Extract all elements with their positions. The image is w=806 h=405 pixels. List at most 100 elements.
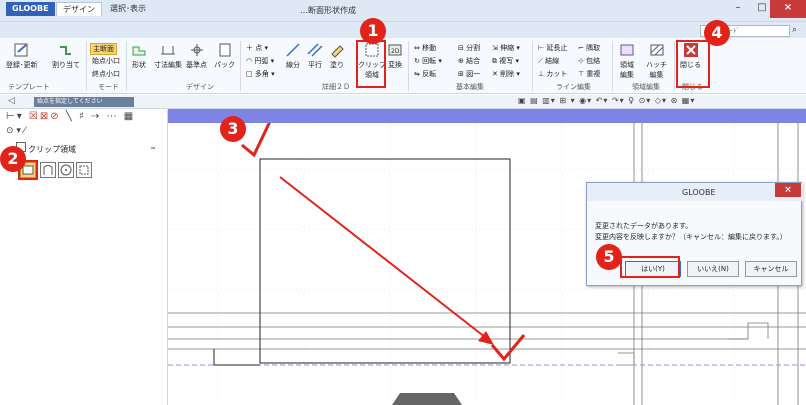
snap-tools[interactable]: ⊢▾ ☒⊠⊘ ╲ ♯ ⇢ ⋯ ▦ bbox=[6, 111, 135, 122]
join-label: 結合 bbox=[466, 57, 481, 65]
stretch-command[interactable]: ⇲ 伸縮 ▾ bbox=[492, 43, 520, 53]
pack-display-button[interactable]: パック bbox=[214, 42, 235, 70]
line-label: 線分 bbox=[286, 61, 300, 69]
base-point-label: 基準点 bbox=[186, 61, 207, 69]
overlap-label: 重複 bbox=[586, 70, 601, 78]
callout-2: 2 bbox=[0, 146, 26, 172]
minimize-button[interactable]: – bbox=[726, 0, 750, 18]
assign-button[interactable]: 割り当て bbox=[52, 42, 80, 70]
shape-button[interactable]: 形状 bbox=[130, 42, 148, 70]
line-icon bbox=[286, 43, 300, 57]
move-label: 移動 bbox=[422, 44, 437, 52]
convert-button[interactable]: 2D 変換 bbox=[386, 42, 404, 70]
bulk-label: 図一 bbox=[466, 70, 481, 78]
overlap-command[interactable]: ⊤ 重複 bbox=[578, 69, 600, 79]
dialog-title: GLOOBE bbox=[682, 188, 716, 197]
dimension-label: 寸法編集 bbox=[154, 61, 182, 69]
rotate-command[interactable]: ↻ 回転 ▾ bbox=[414, 56, 442, 66]
cut-label: カット bbox=[546, 70, 568, 78]
confirm-dialog: GLOOBE × 変更されたデータがあります。 変更内容を反映しますか？（キャン… bbox=[586, 182, 803, 286]
area-edit-button[interactable]: 領域 編集 bbox=[618, 42, 636, 80]
fill-button[interactable]: 塗り bbox=[328, 42, 346, 70]
fill-label: 塗り bbox=[330, 61, 344, 69]
polygon-icon bbox=[79, 165, 89, 175]
canvas-header-bar bbox=[168, 109, 806, 123]
panel-collapse-icon[interactable]: ≈ bbox=[150, 144, 156, 152]
dialog-message-2: 変更内容を反映しますか？（キャンセル：編集に戻ります。） bbox=[595, 233, 787, 241]
extend-label: 延長止 bbox=[546, 44, 568, 52]
line-button[interactable]: 線分 bbox=[284, 42, 302, 70]
bulk-command[interactable]: ⊞ 図一 bbox=[458, 69, 480, 79]
parallel-button[interactable]: 平行 bbox=[306, 42, 324, 70]
ribbon-tabs bbox=[0, 22, 806, 38]
cancel-button[interactable]: キャンセル bbox=[745, 261, 797, 277]
point-command[interactable]: ＋ 点 ▾ bbox=[246, 43, 268, 53]
join-command[interactable]: ⊕ 結合 bbox=[458, 56, 480, 66]
arc-command[interactable]: ◠ 円弧 ▾ bbox=[246, 56, 274, 66]
dialog-message-1: 変更されたデータがあります。 bbox=[595, 222, 693, 230]
copy-command[interactable]: ⧉ 複写 ▾ bbox=[492, 56, 519, 66]
area-icon bbox=[620, 44, 634, 56]
assign-icon bbox=[60, 46, 71, 55]
polygon-label: 多角 bbox=[254, 70, 269, 78]
close-window-button[interactable]: × bbox=[770, 0, 806, 18]
wrap-label: 包絡 bbox=[586, 57, 601, 65]
no-button[interactable]: いいえ(N) bbox=[687, 261, 739, 277]
convert-icon: 2D bbox=[388, 44, 402, 56]
polygon-clip-button[interactable] bbox=[76, 162, 92, 178]
mode-end-end[interactable]: 終点小口 bbox=[92, 69, 120, 79]
tab-view[interactable]: 選択･表示 bbox=[104, 2, 152, 16]
circle-clip-button[interactable] bbox=[58, 162, 74, 178]
move-command[interactable]: ⇔ 移動 bbox=[414, 43, 436, 53]
delete-command[interactable]: ✕ 削除 ▾ bbox=[492, 69, 520, 79]
rotate-label: 回転 bbox=[422, 57, 437, 65]
dimension-icon bbox=[161, 46, 175, 55]
copy-label: 複写 bbox=[499, 57, 514, 65]
snap-tools-2[interactable]: ⊙ ▾ ⁄ bbox=[6, 126, 25, 136]
connect-label: 結線 bbox=[545, 57, 560, 65]
tab-design[interactable]: デザイン bbox=[56, 2, 102, 16]
register-update-button[interactable]: 登録･更新 bbox=[6, 42, 38, 70]
hatch-edit-button[interactable]: ハッチ 編集 bbox=[646, 42, 667, 80]
dimension-edit-button[interactable]: 寸法編集 bbox=[154, 42, 182, 70]
svg-text:2D: 2D bbox=[391, 48, 400, 55]
group-line-edit: ライン編集 bbox=[556, 83, 591, 91]
split-command[interactable]: ⊟ 分割 bbox=[458, 43, 480, 53]
mode-main-section[interactable]: 主断面 bbox=[90, 43, 117, 55]
mirror-command[interactable]: ⇋ 反転 bbox=[414, 69, 436, 79]
highlight-yes-button bbox=[620, 256, 680, 278]
panel-pin-icon[interactable]: ◁ bbox=[8, 96, 15, 106]
register-label: 登録･更新 bbox=[6, 61, 38, 69]
circle-icon bbox=[60, 164, 72, 176]
base-point-icon bbox=[190, 44, 203, 56]
freeform-clip-button[interactable] bbox=[40, 162, 56, 178]
tab-gloobe[interactable]: GLOOBE bbox=[6, 2, 55, 16]
cut-command[interactable]: ⊥ カット bbox=[538, 69, 567, 79]
corner-label: 隅取 bbox=[586, 44, 601, 52]
fill-icon bbox=[331, 45, 344, 58]
panel-title: クリップ領域 bbox=[28, 145, 76, 154]
search-icon[interactable]: ⌕ bbox=[792, 25, 797, 35]
view-tools[interactable]: ▣ ▤ ▥▾ ⊞ ▾ ◉▾ ↶▾ ↷▾ ♀ ⊙▾ ◇▾ ⊛ ▦▾ bbox=[518, 96, 695, 105]
polygon-command[interactable]: □ 多角 ▾ bbox=[246, 69, 275, 79]
highlight-close-button bbox=[676, 40, 710, 88]
callout-5: 5 bbox=[596, 244, 622, 270]
highlight-clip-button bbox=[356, 40, 386, 88]
split-label: 分割 bbox=[466, 44, 481, 52]
mode-start-end[interactable]: 始点小口 bbox=[92, 56, 120, 66]
connect-command[interactable]: ⟋ 結線 bbox=[538, 56, 559, 66]
property-panel bbox=[0, 109, 168, 405]
callout-3: 3 bbox=[220, 116, 246, 142]
base-point-button[interactable]: 基準点 bbox=[186, 42, 207, 70]
wrap-command[interactable]: ⊹ 包絡 bbox=[578, 56, 600, 66]
group-mode: モード bbox=[98, 83, 119, 91]
dialog-close-button[interactable]: × bbox=[775, 183, 801, 197]
register-icon bbox=[14, 43, 28, 57]
corner-command[interactable]: ⌐ 隅取 bbox=[578, 43, 600, 53]
area2-label: 編集 bbox=[620, 71, 634, 79]
group-detail2d: 詳細２Ｄ bbox=[322, 83, 350, 91]
group-template: テンプレート bbox=[8, 83, 50, 91]
extend-command[interactable]: ⊢ 延長止 bbox=[538, 43, 567, 53]
freeform-icon bbox=[43, 165, 53, 175]
arc-label: 円弧 bbox=[254, 57, 269, 65]
